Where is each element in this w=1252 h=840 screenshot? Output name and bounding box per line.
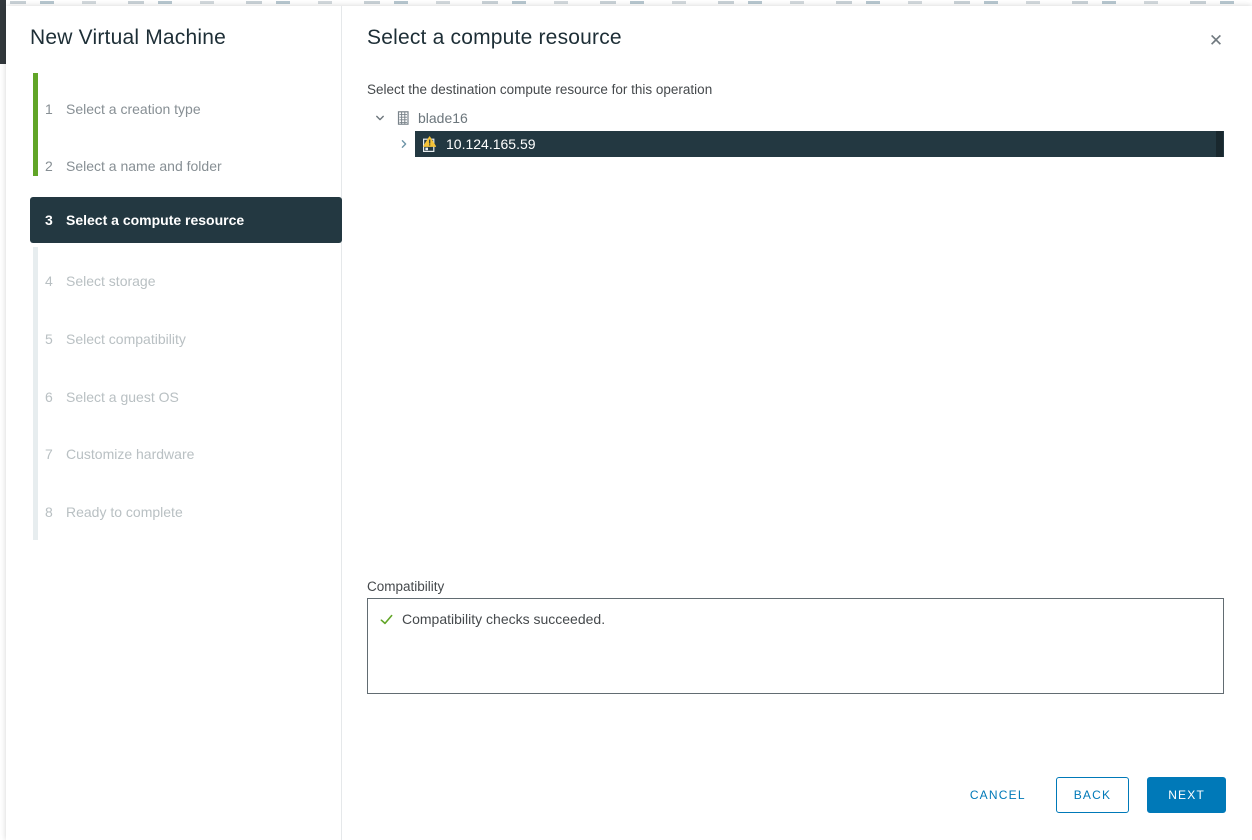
step-label: Customize hardware <box>66 446 195 462</box>
step-number: 5 <box>45 331 53 347</box>
tree-node-label: 10.124.165.59 <box>446 136 536 152</box>
tree-node-host-row: 10.124.165.59 <box>367 131 1224 157</box>
step-number: 6 <box>45 389 53 405</box>
check-icon <box>379 612 394 627</box>
instruction-text: Select the destination compute resource … <box>367 82 713 97</box>
wizard-title: New Virtual Machine <box>30 26 226 49</box>
step-label: Select compatibility <box>66 331 186 347</box>
new-vm-wizard-dialog: New Virtual Machine 1 Select a creation t… <box>6 6 1252 840</box>
step-number: 1 <box>45 101 53 117</box>
sidebar-step-2[interactable]: 2 Select a name and folder <box>30 156 222 176</box>
host-warning-icon <box>421 135 438 153</box>
back-button[interactable]: BACK <box>1055 777 1130 813</box>
datacenter-icon <box>395 110 411 126</box>
sidebar-step-7: 7 Customize hardware <box>30 444 194 464</box>
wizard-step-content: Select a compute resource ✕ Select the d… <box>343 6 1252 840</box>
step-number: 3 <box>45 212 53 228</box>
step-number: 4 <box>45 273 53 289</box>
compatibility-panel: Compatibility checks succeeded. <box>367 598 1224 694</box>
wizard-steps-sidebar: New Virtual Machine 1 Select a creation t… <box>6 6 342 840</box>
next-button[interactable]: NEXT <box>1147 777 1226 813</box>
step-label: Select a compute resource <box>66 212 245 228</box>
step-label: Select a creation type <box>66 101 201 117</box>
tree-node-label: blade16 <box>418 110 468 126</box>
tree-node-datacenter[interactable]: blade16 <box>367 105 468 131</box>
step-label: Select storage <box>66 273 156 289</box>
close-icon[interactable]: ✕ <box>1205 30 1227 52</box>
step-number: 2 <box>45 158 53 174</box>
step-number: 8 <box>45 504 53 520</box>
sidebar-step-3-active[interactable]: 3 Select a compute resource <box>30 197 342 243</box>
sidebar-step-8: 8 Ready to complete <box>30 502 183 522</box>
wizard-footer: CANCEL BACK NEXT <box>962 777 1226 813</box>
page-title: Select a compute resource <box>367 26 622 49</box>
tree-node-host-selected[interactable]: 10.124.165.59 <box>415 131 1224 157</box>
compatibility-message: Compatibility checks succeeded. <box>402 611 606 627</box>
step-label: Select a guest OS <box>66 389 179 405</box>
sidebar-step-6: 6 Select a guest OS <box>30 387 179 407</box>
step-number: 7 <box>45 446 53 462</box>
chevron-down-icon[interactable] <box>374 112 386 124</box>
compatibility-result: Compatibility checks succeeded. <box>379 611 1223 627</box>
sidebar-step-1[interactable]: 1 Select a creation type <box>30 99 201 119</box>
cancel-button[interactable]: CANCEL <box>962 788 1034 802</box>
compatibility-label: Compatibility <box>367 579 445 594</box>
sidebar-step-5: 5 Select compatibility <box>30 329 186 349</box>
step-label: Ready to complete <box>66 504 183 520</box>
chevron-right-icon[interactable] <box>398 138 410 150</box>
sidebar-step-4: 4 Select storage <box>30 271 156 291</box>
step-label: Select a name and folder <box>66 158 222 174</box>
